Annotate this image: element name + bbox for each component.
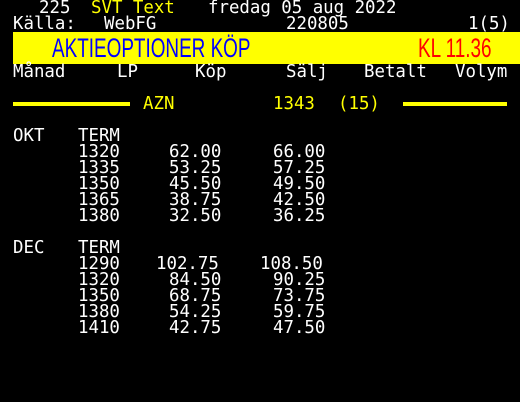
- col-salj: Sälj: [286, 62, 328, 82]
- page-index: 1(5): [468, 14, 510, 34]
- instrument-price: 1343: [273, 94, 315, 114]
- table-row: 1380 32.50 36.25: [0, 206, 520, 226]
- source-label: Källa:: [13, 14, 76, 34]
- col-volym: Volym: [455, 62, 508, 82]
- row-kop: 32.50: [169, 206, 222, 226]
- separator-right: [403, 102, 507, 106]
- col-kop: Köp: [195, 62, 227, 82]
- page-title: AKTIEOPTIONER KÖP: [52, 33, 251, 63]
- group-month: DEC: [13, 238, 45, 258]
- group-month: OKT: [13, 126, 45, 146]
- teletext-page: 225 SVT Text fredag 05 aug 2022 Källa: W…: [0, 0, 520, 400]
- row-kop: 42.75: [169, 318, 222, 338]
- update-time: KL 11.36: [418, 33, 492, 63]
- row-lp: 1410: [78, 318, 120, 338]
- header-row: 225 SVT Text fredag 05 aug 2022: [0, 0, 520, 17]
- data-date: 220805: [286, 14, 349, 34]
- row-salj: 47.50: [273, 318, 326, 338]
- instrument-count: (15): [338, 94, 380, 114]
- col-betalt: Betalt: [364, 62, 427, 82]
- column-header-row: Månad LP Köp Sälj Betalt Volym: [0, 62, 520, 82]
- col-lp: LP: [117, 62, 138, 82]
- row-salj: 36.25: [273, 206, 326, 226]
- instrument-ticker: AZN: [143, 94, 175, 114]
- row-lp: 1380: [78, 206, 120, 226]
- source-row: Källa: WebFG 220805 1(5): [0, 14, 520, 34]
- source-value: WebFG: [104, 14, 157, 34]
- table-row: 1410 42.75 47.50: [0, 318, 520, 338]
- col-month: Månad: [13, 62, 66, 82]
